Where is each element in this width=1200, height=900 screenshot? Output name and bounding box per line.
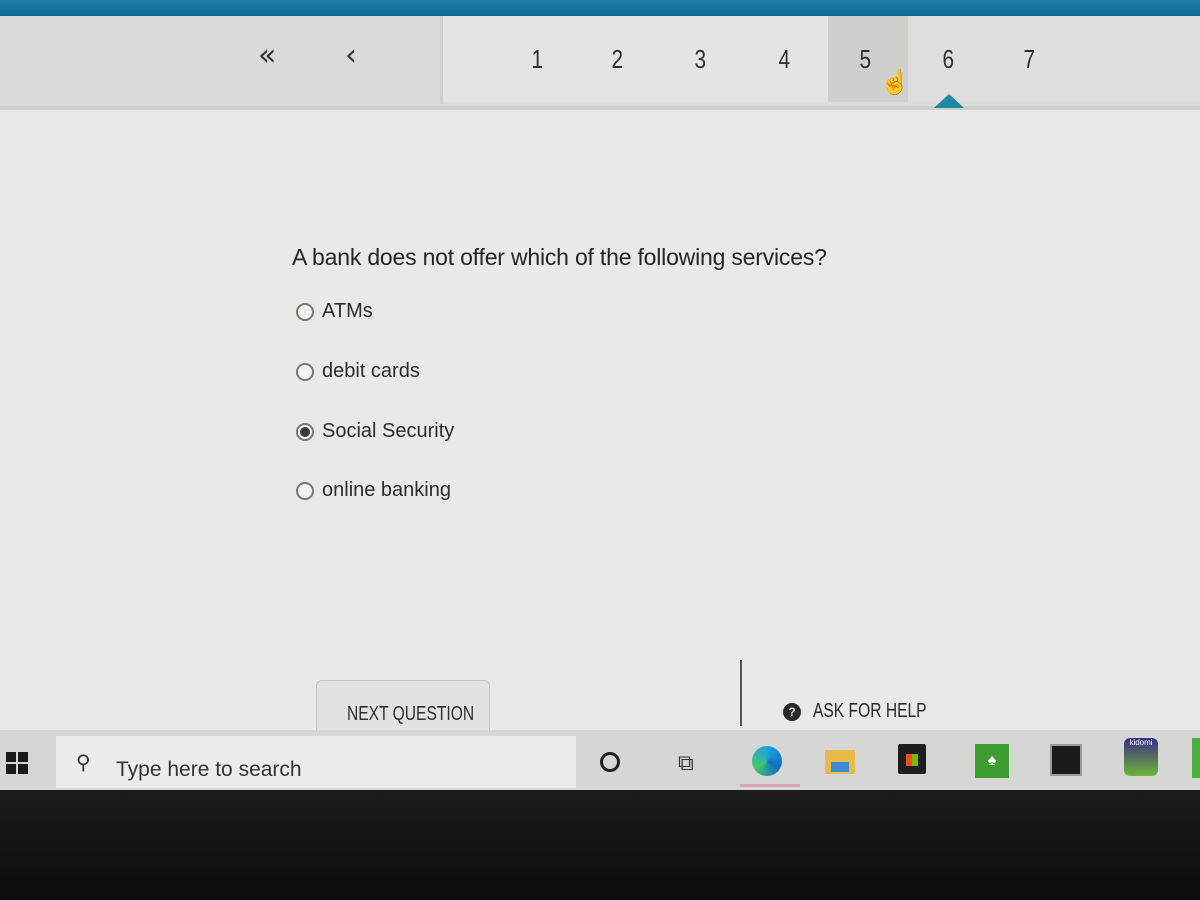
radio-button[interactable] [296,362,314,381]
file-explorer-icon[interactable] [825,750,855,774]
option-social-security[interactable]: Social Security [296,420,454,443]
ask-for-help-button[interactable]: ? ASK FOR HELP [783,700,959,723]
help-icon: ? [783,702,801,721]
page-list [443,16,828,102]
option-debit-cards[interactable]: debit cards [296,360,420,383]
windows-start-icon[interactable] [6,752,28,774]
page-7-button[interactable]: 7 [1023,44,1035,75]
option-label: Social Security [322,420,455,442]
laptop-app-icon[interactable] [1050,744,1082,776]
taskbar-search-input[interactable]: ⚲ Type here to search [56,736,576,788]
solitaire-icon[interactable]: ♠ [975,744,1009,778]
next-question-button[interactable]: NEXT QUESTION [316,680,490,733]
page-3-button[interactable]: 3 [694,44,706,75]
search-icon: ⚲ [76,752,91,774]
radio-button[interactable] [296,481,314,500]
partial-app-icon[interactable] [1192,738,1200,778]
search-placeholder: Type here to search [116,758,302,781]
option-online-banking[interactable]: online banking [296,479,451,502]
hand-cursor-icon: ☝ [880,69,910,96]
ask-for-help-label: ASK FOR HELP [813,700,927,722]
task-view-icon[interactable]: ⧉ [678,750,708,784]
footer-divider [740,660,742,726]
kidomi-icon[interactable]: kidomi [1124,738,1158,776]
page-5-button[interactable]: 5 [859,44,871,75]
store-icon[interactable] [898,744,926,774]
page-6-button[interactable]: 6 [942,44,954,75]
edge-icon[interactable] [752,746,782,776]
nav-arrows-area: « ‹ [0,16,443,104]
radio-button-selected[interactable] [296,422,314,441]
question-navigation-bar: « ‹ 1 2 3 4 5 6 7 ☝ [0,16,1200,110]
option-atms[interactable]: ATMs [296,300,373,323]
previous-page-button[interactable]: ‹ [345,38,357,73]
option-label: debit cards [322,360,420,382]
page-4-button[interactable]: 4 [778,44,790,75]
windows-taskbar: ⚲ Type here to search ⧉ ♠ kidomi [0,730,1200,790]
option-label: ATMs [322,300,373,322]
monitor-bezel [0,790,1200,900]
browser-top-bar [0,0,1200,16]
page-2-button[interactable]: 2 [611,44,623,75]
page-1-button[interactable]: 1 [531,44,543,75]
cortana-icon[interactable] [600,752,620,772]
active-app-indicator [740,784,800,787]
option-label: online banking [322,479,451,501]
question-area [0,110,1200,730]
radio-button[interactable] [296,302,314,321]
next-question-label: NEXT QUESTION [347,703,475,725]
active-page-marker-icon [934,94,964,108]
question-text: A bank does not offer which of the follo… [292,244,827,270]
first-page-button[interactable]: « [258,38,276,73]
